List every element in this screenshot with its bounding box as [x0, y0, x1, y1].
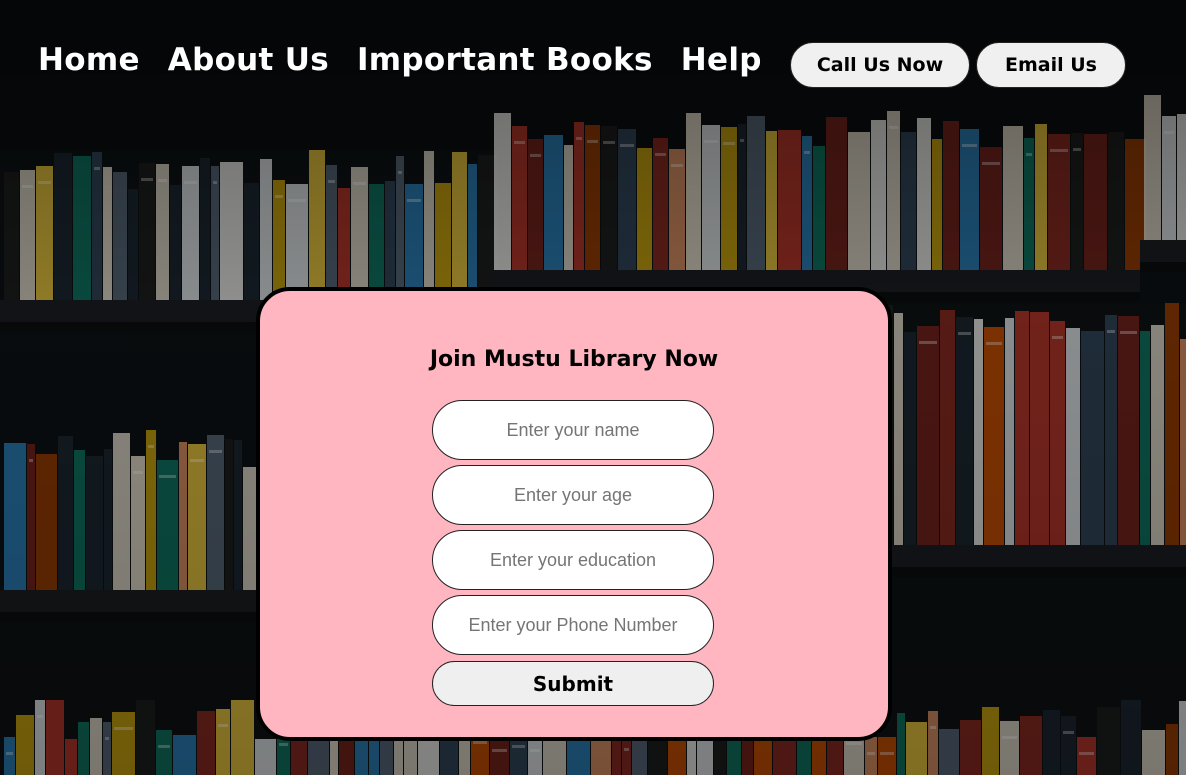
join-form-card: Join Mustu Library Now Submit	[256, 287, 892, 741]
phone-input[interactable]	[432, 595, 714, 655]
email-us-button[interactable]: Email Us	[976, 42, 1126, 88]
education-input[interactable]	[432, 530, 714, 590]
age-input[interactable]	[432, 465, 714, 525]
nav-important-books[interactable]: Important Books	[357, 42, 653, 78]
nav-home[interactable]: Home	[38, 42, 140, 78]
call-us-button[interactable]: Call Us Now	[790, 42, 970, 88]
nav-help[interactable]: Help	[681, 42, 762, 78]
submit-button[interactable]: Submit	[432, 661, 714, 706]
main-nav: Home About Us Important Books Help	[38, 42, 762, 78]
name-input[interactable]	[432, 400, 714, 460]
form-title: Join Mustu Library Now	[429, 347, 719, 372]
nav-about-us[interactable]: About Us	[168, 42, 329, 78]
